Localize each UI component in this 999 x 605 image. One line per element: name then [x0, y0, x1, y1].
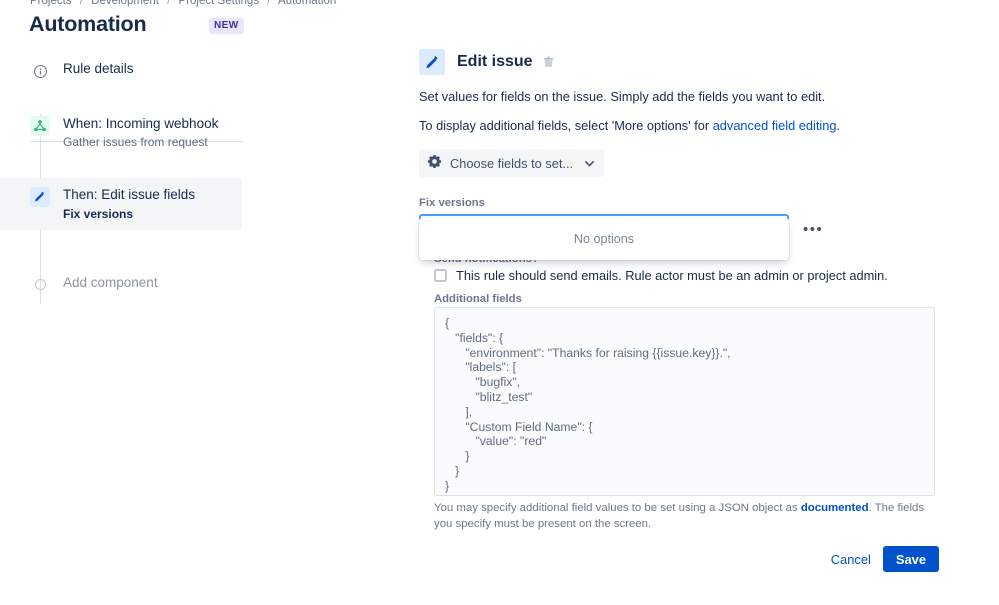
- additional-fields-help-text: You may specify additional field values …: [434, 500, 939, 532]
- rule-item-label: Then: Edit issue fields: [63, 187, 196, 203]
- save-button[interactable]: Save: [882, 546, 939, 572]
- rule-component-list: Rule details When: Incoming webhook Gath…: [0, 52, 300, 304]
- rule-item-label: Rule details: [63, 61, 134, 76]
- rule-item-when-incoming-webhook[interactable]: When: Incoming webhook Gather issues fro…: [0, 107, 300, 158]
- help-prefix: You may specify additional field values …: [434, 502, 801, 514]
- breadcrumb-item-project-settings[interactable]: Project Settings: [179, 0, 260, 7]
- description-suffix: .: [836, 117, 841, 133]
- send-emails-checkbox-row[interactable]: This rule should send emails. Rule actor…: [434, 268, 888, 283]
- additional-fields-textarea[interactable]: { "fields": { "environment": "Thanks for…: [434, 307, 935, 496]
- breadcrumb-item-projects[interactable]: Projects: [30, 0, 72, 7]
- documented-link[interactable]: documented: [801, 502, 869, 514]
- rule-item-then-edit-issue-fields[interactable]: Then: Edit issue fields Fix versions: [0, 178, 242, 230]
- page-section-title: Edit issue: [457, 53, 533, 70]
- choose-fields-to-set-button[interactable]: Choose fields to set...: [419, 149, 605, 178]
- breadcrumb: Projects / Development / Project Setting…: [30, 0, 336, 7]
- breadcrumb-item-development[interactable]: Development: [91, 0, 159, 7]
- breadcrumb-separator: /: [167, 0, 171, 7]
- breadcrumb-item-automation[interactable]: Automation: [278, 0, 336, 7]
- form-actions: Cancel Save: [419, 546, 939, 572]
- fix-versions-label: Fix versions: [419, 197, 485, 210]
- fix-versions-dropdown-menu: No options: [419, 218, 789, 260]
- choose-fields-label: Choose fields to set...: [450, 155, 574, 171]
- add-circle-icon: [30, 275, 50, 295]
- rule-item-sublabel: Fix versions: [63, 206, 134, 221]
- detail-description-primary: Set values for fields on the issue. Simp…: [419, 89, 826, 104]
- dropdown-empty-message: No options: [573, 232, 635, 246]
- edit-issue-detail-pane: Edit issue Set values for fields on the …: [419, 49, 959, 246]
- rule-item-text: Then: Edit issue fields Fix versions: [63, 186, 195, 221]
- advanced-field-editing-link[interactable]: advanced field editing: [713, 118, 837, 133]
- info-circle-icon: [30, 61, 50, 81]
- detail-header: Edit issue: [419, 49, 959, 75]
- trash-icon[interactable]: [542, 55, 555, 69]
- rule-item-label: Add component: [63, 274, 158, 290]
- additional-fields-label: Additional fields: [434, 293, 522, 305]
- pencil-icon: [30, 187, 50, 208]
- rule-item-label: When: Incoming webhook: [63, 116, 219, 131]
- send-emails-checkbox-label: This rule should send emails. Rule actor…: [456, 268, 888, 283]
- breadcrumb-separator: /: [79, 0, 83, 7]
- description-prefix: To display additional fields, select 'Mo…: [419, 117, 713, 133]
- rule-item-text: Rule details: [63, 60, 134, 78]
- gear-icon: [427, 154, 442, 172]
- cancel-button[interactable]: Cancel: [827, 547, 875, 572]
- detail-description-secondary: To display additional fields, select 'Mo…: [419, 117, 959, 136]
- webhook-icon: [30, 116, 50, 136]
- breadcrumb-separator: /: [267, 0, 271, 7]
- send-emails-checkbox[interactable]: [434, 269, 447, 282]
- page-title: Automation: [29, 12, 147, 36]
- rule-item-text: When: Incoming webhook Gather issues fro…: [63, 115, 218, 150]
- automation-rule-editor-page: Projects / Development / Project Setting…: [0, 0, 999, 605]
- rule-item-rule-details[interactable]: Rule details: [0, 52, 300, 89]
- rule-item-text: Add component: [63, 274, 158, 292]
- chevron-down-icon: [584, 158, 595, 169]
- new-badge: NEW: [209, 18, 244, 34]
- rule-item-add-component[interactable]: Add component: [0, 266, 300, 303]
- more-horizontal-icon[interactable]: •••: [803, 214, 823, 245]
- pencil-icon: [419, 49, 445, 75]
- rule-item-sublabel: Gather issues from request: [63, 135, 208, 150]
